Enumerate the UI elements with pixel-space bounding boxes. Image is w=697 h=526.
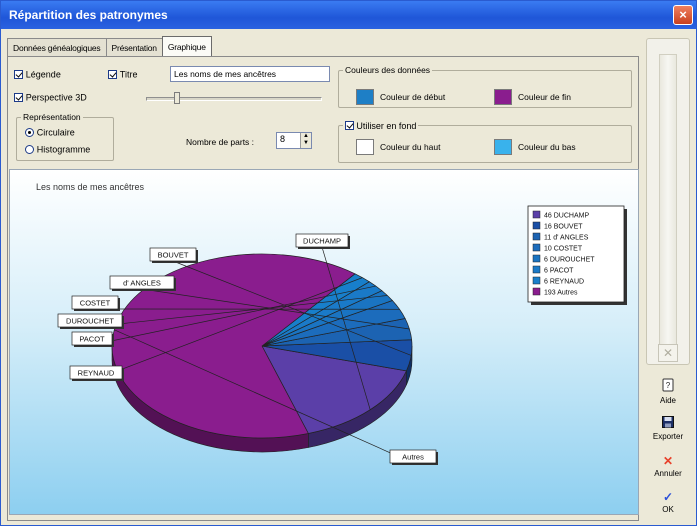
background-label: Utiliser en fond (356, 120, 417, 131)
callout-label-2: d' ANGLES (123, 279, 161, 288)
legend-swatch-4 (532, 254, 541, 263)
pie-chart: Les noms de mes ancêtres DUCHAMP BOUVET d' … (36, 182, 627, 465)
parts-value: 8 (280, 134, 286, 144)
chart-title: Les noms de mes ancêtres (36, 182, 145, 192)
histogram-option[interactable]: Histogramme (25, 144, 90, 155)
callout-label-7: Autres (402, 453, 424, 462)
top-color-label: Couleur du haut (380, 142, 441, 152)
start-color-label: Couleur de début (380, 92, 446, 102)
bottom-color-button[interactable]: Couleur du bas (494, 139, 576, 155)
legend-swatch-0 (532, 210, 541, 219)
title-checkbox[interactable] (108, 69, 117, 79)
end-color-label: Couleur de fin (518, 92, 571, 102)
circular-radio[interactable] (25, 127, 34, 137)
legend-swatch-3 (532, 243, 541, 252)
side-toolbar: ✕ ? Aide Exporter ✕ Annuler ✓ OK (646, 38, 690, 521)
legend-entry-0: 46 DUCHAMP (544, 213, 589, 220)
cancel-button[interactable]: ✕ Annuler (646, 454, 690, 478)
title-input[interactable]: Les noms de mes ancêtres (170, 66, 330, 82)
perspective-slider-track[interactable] (146, 97, 322, 101)
perspective-option[interactable]: Perspective 3D (14, 92, 87, 103)
cancel-label: Annuler (654, 469, 682, 478)
perspective-checkbox[interactable] (14, 92, 23, 102)
background-checkbox[interactable] (345, 121, 354, 131)
title-label: Titre (119, 69, 138, 80)
legend-entry-6: 6 REYNAUD (544, 279, 584, 286)
help-button[interactable]: ? Aide (646, 378, 690, 405)
spinner-arrows[interactable]: ▲ ▼ (300, 133, 311, 148)
top-color-button[interactable]: Couleur du haut (356, 139, 441, 155)
legend-entry-2: 11 d' ANGLES (544, 235, 589, 242)
legend-swatch-6 (532, 276, 541, 285)
title-option[interactable]: Titre (108, 69, 137, 80)
callout-label-5: PACOT (79, 335, 105, 344)
ok-label: OK (662, 505, 674, 514)
end-color-button[interactable]: Couleur de fin (494, 89, 571, 105)
parts-spinner[interactable]: 8 ▲ ▼ (276, 132, 312, 149)
legend-swatch-5 (532, 265, 541, 274)
ok-button[interactable]: ✓ OK (646, 490, 690, 514)
start-color-button[interactable]: Couleur de début (356, 89, 445, 105)
legend-entry-7: 193 Autres (544, 290, 578, 297)
legend-entry-1: 16 BOUVET (544, 224, 583, 231)
bottom-color-swatch (494, 139, 512, 155)
export-label: Exporter (652, 432, 684, 441)
legend-swatch-7 (532, 287, 541, 296)
side-scroll-panel: ✕ (646, 38, 690, 365)
title-bar: Répartition des patronymes × (1, 1, 696, 29)
dialog-window: Répartition des patronymes × Données gén… (0, 0, 697, 526)
circular-label: Circulaire (36, 127, 75, 138)
floppy-disk-icon (646, 416, 690, 431)
legend-box (527, 205, 625, 303)
legend-entry-4: 6 DUROUCHET (544, 257, 595, 264)
close-button[interactable]: × (673, 5, 693, 25)
legend-entry-5: 6 PACOT (544, 268, 574, 275)
legend-checkbox[interactable] (14, 69, 23, 79)
representation-group: Représentation Circulaire Histogramme (16, 112, 114, 161)
bottom-color-label: Couleur du bas (518, 142, 576, 152)
export-button[interactable]: Exporter (646, 416, 690, 441)
histogram-radio[interactable] (25, 144, 34, 154)
callout-label-4: DUROUCHET (66, 317, 114, 326)
tab-presentation[interactable]: Présentation (105, 38, 163, 56)
tab-chart[interactable]: Graphique (161, 36, 212, 56)
chart-preview: Les noms de mes ancêtres DUCHAMP BOUVET d' … (9, 169, 639, 515)
tab-bar: Données généalogiques Présentation Graph… (7, 36, 212, 56)
side-close-icon[interactable]: ✕ (658, 344, 678, 362)
side-scroll-track[interactable] (659, 54, 677, 360)
tab-genealogical-data[interactable]: Données généalogiques (7, 38, 107, 56)
checkmark-icon: ✓ (662, 490, 674, 504)
help-label: Aide (659, 396, 676, 405)
perspective-label: Perspective 3D (25, 92, 87, 103)
legend-swatch-1 (532, 221, 541, 230)
start-color-swatch (356, 89, 374, 105)
parts-label: Nombre de parts : (186, 137, 255, 147)
top-color-swatch (356, 139, 374, 155)
legend-entry-3: 10 COSTET (544, 246, 583, 253)
callout-label-1: BOUVET (158, 251, 189, 260)
callout-label-6: REYNAUD (78, 369, 115, 378)
perspective-slider-thumb[interactable] (174, 92, 180, 104)
help-icon: ? (646, 378, 690, 395)
data-colors-title: Couleurs des données (343, 65, 433, 75)
background-option[interactable]: Utiliser en fond (343, 120, 419, 131)
histogram-label: Histogramme (36, 144, 91, 155)
end-color-swatch (494, 89, 512, 105)
callout-label-0: DUCHAMP (303, 237, 341, 246)
representation-group-title: Représentation (21, 112, 83, 122)
window-title: Répartition des patronymes (9, 8, 168, 22)
legend-option[interactable]: Légende (14, 69, 61, 80)
circular-option[interactable]: Circulaire (25, 127, 75, 138)
cancel-x-icon: ✕ (662, 454, 674, 468)
callout-label-3: COSTET (80, 299, 111, 308)
svg-text:?: ? (666, 381, 671, 390)
legend-swatch-2 (532, 232, 541, 241)
legend-label: Légende (25, 69, 61, 80)
